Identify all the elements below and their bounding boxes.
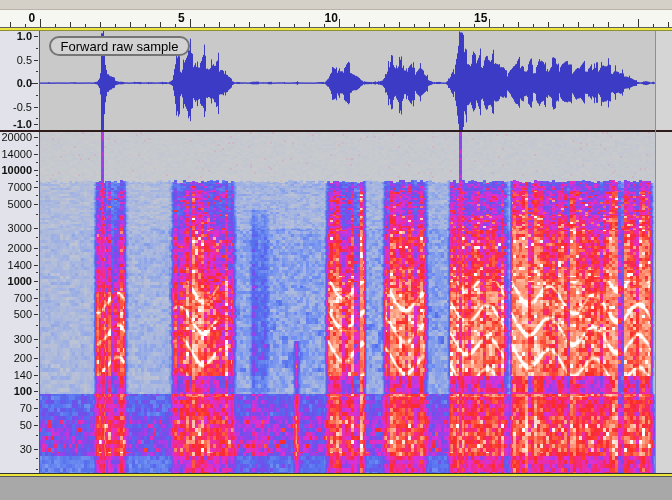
axis-label: 14000 xyxy=(1,149,32,160)
axis-tick xyxy=(36,399,38,400)
axis-label: 5000 xyxy=(8,199,32,210)
axis-tick xyxy=(34,248,38,249)
axis-tick xyxy=(36,145,38,146)
axis-tick xyxy=(36,71,38,72)
waveform-vertical-ruler[interactable]: 1.0 0.5 0.0 -0.5 -1.0 xyxy=(0,31,40,130)
axis-label: 100 xyxy=(14,386,32,397)
axis-label: 300 xyxy=(14,334,32,345)
track-title-badge[interactable]: Forward raw sample xyxy=(49,36,190,56)
axis-label: 700 xyxy=(14,293,32,304)
axis-tick xyxy=(34,187,38,188)
axis-tick xyxy=(34,408,38,409)
spectrogram-plot[interactable] xyxy=(40,132,672,473)
axis-tick xyxy=(36,255,38,256)
axis-label: 1.0 xyxy=(17,31,32,42)
axis-label: 1400 xyxy=(8,260,32,271)
axis-tick xyxy=(36,237,38,238)
frequency-vertical-ruler[interactable]: 20000 14000 10000 7000 5000 3000 2000 1400 1000 7… xyxy=(0,132,40,473)
track-title: Forward raw sample xyxy=(61,39,179,54)
axis-tick xyxy=(36,347,38,348)
axis-tick xyxy=(36,181,38,182)
axis-tick xyxy=(34,425,38,426)
axis-tick xyxy=(34,124,38,125)
axis-label: 10000 xyxy=(1,165,32,176)
axis-tick xyxy=(34,137,38,138)
axis-label: -0.5 xyxy=(13,102,32,113)
axis-tick xyxy=(36,195,38,196)
axis-tick xyxy=(34,154,38,155)
axis-label: 30 xyxy=(20,444,32,455)
window-top-strip xyxy=(0,0,672,10)
axis-tick xyxy=(34,391,38,392)
axis-tick xyxy=(34,298,38,299)
audio-end-edge xyxy=(655,31,656,473)
axis-tick xyxy=(34,314,38,315)
axis-label: -1.0 xyxy=(13,119,32,130)
axis-label: 70 xyxy=(20,403,32,414)
axis-label: 140 xyxy=(14,370,32,381)
axis-tick xyxy=(36,175,38,176)
axis-tick xyxy=(36,458,38,459)
axis-tick xyxy=(36,48,38,49)
axis-tick xyxy=(34,60,38,61)
window-bottom-strip xyxy=(0,477,672,500)
timeline-label: 15 xyxy=(474,11,487,25)
timeline-label: 10 xyxy=(325,11,338,25)
audacity-window: 051015 1.00.50.0-0.5-1.0 200001400010000… xyxy=(0,0,672,500)
axis-tick xyxy=(36,416,38,417)
axis-label: 1000 xyxy=(8,276,32,287)
axis-tick xyxy=(34,228,38,229)
axis-label: 0.0 xyxy=(17,78,32,89)
axis-tick xyxy=(34,375,38,376)
axis-tick xyxy=(36,162,38,163)
timeline-label: 5 xyxy=(178,11,185,25)
axis-tick xyxy=(34,281,38,282)
axis-label: 0.5 xyxy=(17,55,32,66)
axis-tick xyxy=(34,170,38,171)
axis-label: 50 xyxy=(20,420,32,431)
axis-tick xyxy=(34,204,38,205)
axis-label: 20000 xyxy=(1,132,32,143)
axis-label: 2000 xyxy=(8,243,32,254)
axis-label: 7000 xyxy=(8,182,32,193)
axis-tick xyxy=(36,272,38,273)
axis-tick xyxy=(36,118,38,119)
axis-tick xyxy=(31,83,38,84)
axis-tick xyxy=(34,339,38,340)
axis-tick xyxy=(36,214,38,215)
axis-label: 200 xyxy=(14,353,32,364)
axis-label: 500 xyxy=(14,309,32,320)
axis-tick xyxy=(36,289,38,290)
axis-tick xyxy=(34,265,38,266)
axis-tick xyxy=(34,358,38,359)
axis-tick xyxy=(36,366,38,367)
axis-tick xyxy=(34,449,38,450)
axis-tick xyxy=(36,305,38,306)
axis-tick xyxy=(36,325,38,326)
axis-tick xyxy=(36,435,38,436)
axis-label: 3000 xyxy=(8,223,32,234)
axis-tick xyxy=(36,383,38,384)
timeline-ruler[interactable]: 0 5 10 15 xyxy=(0,10,672,28)
axis-tick xyxy=(34,36,38,37)
spectrogram-track[interactable] xyxy=(0,132,672,473)
axis-tick xyxy=(36,469,38,470)
timeline-label: 0 xyxy=(29,11,36,25)
axis-tick xyxy=(34,107,38,108)
axis-tick xyxy=(36,95,38,96)
